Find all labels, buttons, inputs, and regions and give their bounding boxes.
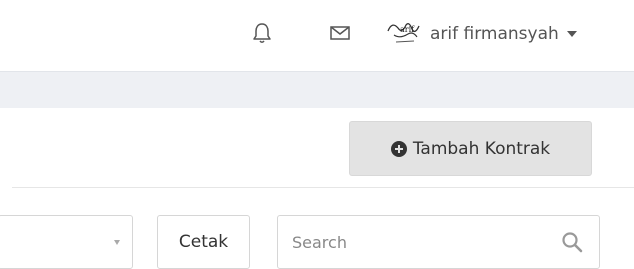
top-navbar: arif arif firmansyah (0, 0, 634, 70)
mail-icon (329, 24, 351, 46)
search-box (277, 215, 600, 269)
add-contract-label: Tambah Kontrak (412, 138, 551, 159)
notifications-button[interactable] (249, 22, 275, 48)
messages-button[interactable] (327, 22, 353, 48)
print-button[interactable]: Cetak (157, 215, 250, 269)
page-header-band (0, 71, 634, 109)
bell-icon (251, 21, 273, 49)
chevron-down-icon (114, 240, 120, 245)
caret-down-icon (566, 31, 577, 37)
svg-text:arif: arif (400, 25, 415, 34)
print-label: Cetak (178, 232, 229, 252)
plus-circle-icon (390, 140, 407, 157)
divider (12, 187, 634, 188)
user-menu[interactable]: arif arif firmansyah (384, 16, 577, 52)
user-avatar: arif (384, 19, 424, 49)
entries-select[interactable] (0, 215, 133, 269)
search-input[interactable] (278, 216, 548, 268)
add-contract-button[interactable]: Tambah Kontrak (349, 121, 592, 176)
search-icon[interactable] (561, 231, 583, 253)
user-name: arif firmansyah (430, 24, 559, 44)
